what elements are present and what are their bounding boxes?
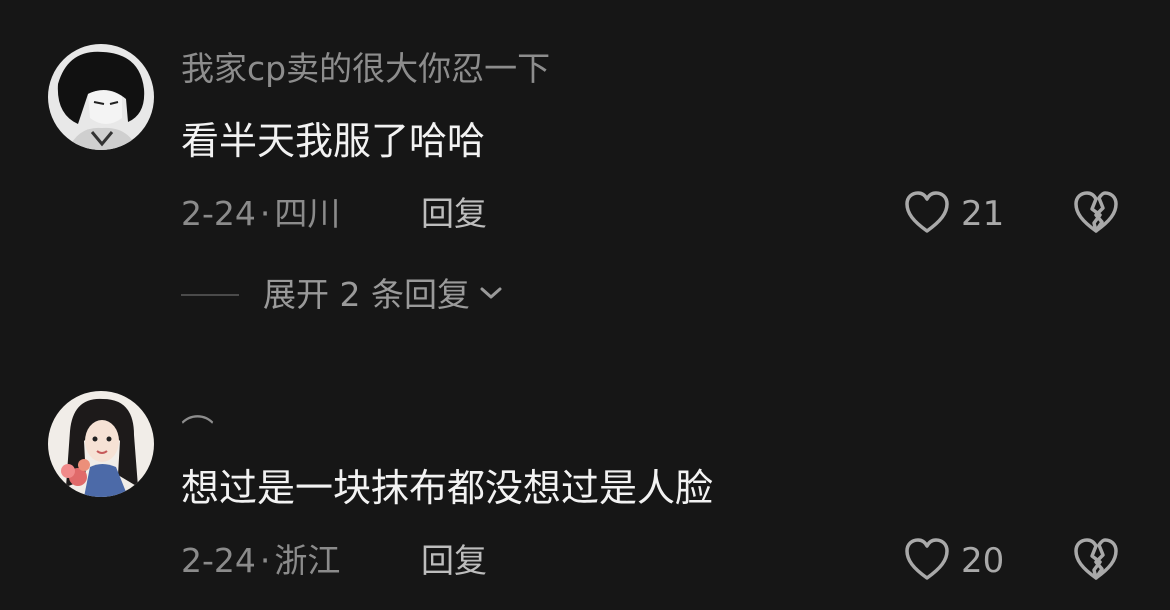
meta-separator: · xyxy=(259,541,271,580)
expand-divider xyxy=(181,293,239,296)
avatar[interactable] xyxy=(48,44,154,150)
meta-separator: · xyxy=(259,194,271,233)
expand-replies-button[interactable]: 展开 2 条回复 xyxy=(181,278,504,311)
like-button[interactable]: 21 xyxy=(903,189,1004,239)
username[interactable]: ︵ xyxy=(181,393,214,426)
heart-outline-icon xyxy=(903,189,951,239)
reply-button[interactable]: 回复 xyxy=(421,544,487,577)
comment-location: 浙江 xyxy=(274,541,341,580)
avatar[interactable] xyxy=(48,391,154,497)
dislike-button[interactable] xyxy=(1072,189,1120,239)
dislike-button[interactable] xyxy=(1072,536,1120,586)
expand-replies-label: 展开 2 条回复 xyxy=(263,275,470,314)
broken-heart-icon xyxy=(1072,538,1120,586)
comment-date: 2-24 xyxy=(181,194,256,233)
comment-meta: 2-24 · 浙江 xyxy=(181,544,340,577)
broken-heart-icon xyxy=(1072,191,1120,239)
comment-date: 2-24 xyxy=(181,541,256,580)
like-count: 21 xyxy=(961,194,1005,234)
comment-text: 看半天我服了哈哈 xyxy=(181,119,486,163)
heart-outline-icon xyxy=(903,536,951,586)
like-button[interactable]: 20 xyxy=(903,536,1004,586)
comment-meta: 2-24 · 四川 xyxy=(181,197,340,230)
like-count: 20 xyxy=(961,541,1005,581)
comment-text: 想过是一块抹布都没想过是人脸 xyxy=(181,466,714,510)
comment-location: 四川 xyxy=(274,194,341,233)
reply-button[interactable]: 回复 xyxy=(421,197,487,230)
chevron-down-icon xyxy=(478,284,504,306)
username[interactable]: 我家cp卖的很大你忍一下 xyxy=(181,52,550,85)
